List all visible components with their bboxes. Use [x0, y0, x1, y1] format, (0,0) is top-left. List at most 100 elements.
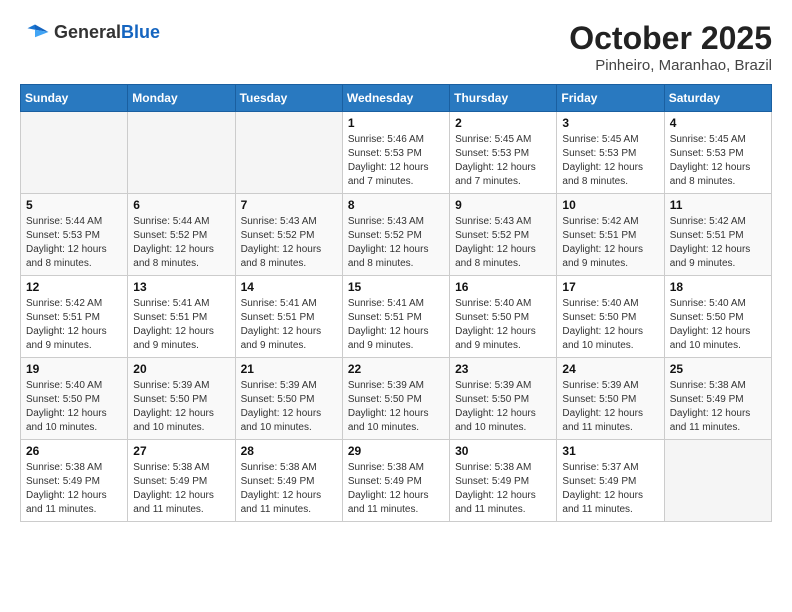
day-info: Sunrise: 5:41 AM Sunset: 5:51 PM Dayligh… [241, 297, 337, 353]
calendar-cell: 7 Sunrise: 5:43 AM Sunset: 5:52 PM Daylig… [235, 194, 342, 276]
calendar: SundayMondayTuesdayWednesdayThursdayFrid… [20, 84, 772, 522]
day-number: 1 [348, 116, 444, 130]
day-info: Sunrise: 5:37 AM Sunset: 5:49 PM Dayligh… [562, 461, 658, 517]
calendar-header-sunday: Sunday [21, 85, 128, 112]
calendar-cell: 9 Sunrise: 5:43 AM Sunset: 5:52 PM Daylig… [450, 194, 557, 276]
calendar-cell: 21Sunrise: 5:39 AM Sunset: 5:50 PM Dayli… [235, 358, 342, 440]
calendar-cell [128, 112, 235, 194]
calendar-cell: 30 Sunrise: 5:38 AM Sunset: 5:49 PM Dayli… [450, 440, 557, 522]
location: Pinheiro, Maranhao, Brazil [569, 57, 772, 74]
logo-bird-icon [20, 20, 50, 44]
day-info: Sunrise: 5:38 AM Sunset: 5:49 PM Dayligh… [241, 461, 337, 517]
day-info: Sunrise: 5:42 AM Sunset: 5:51 PM Dayligh… [26, 297, 122, 353]
calendar-cell: 8Sunrise: 5:43 AM Sunset: 5:52 PM Daylig… [342, 194, 449, 276]
day-number: 25 [670, 362, 766, 376]
calendar-cell: 26 Sunrise: 5:38 AM Sunset: 5:49 PM Dayli… [21, 440, 128, 522]
day-number: 5 [26, 198, 122, 212]
day-info: Sunrise: 5:45 AM Sunset: 5:53 PM Dayligh… [562, 133, 658, 189]
calendar-cell: 6 Sunrise: 5:44 AM Sunset: 5:52 PM Daylig… [128, 194, 235, 276]
calendar-cell: 28 Sunrise: 5:38 AM Sunset: 5:49 PM Dayli… [235, 440, 342, 522]
day-number: 15 [348, 280, 444, 294]
day-number: 3 [562, 116, 658, 130]
day-number: 14 [241, 280, 337, 294]
day-info: Sunrise: 5:38 AM Sunset: 5:49 PM Dayligh… [348, 461, 444, 517]
calendar-cell: 23 Sunrise: 5:39 AM Sunset: 5:50 PM Dayli… [450, 358, 557, 440]
day-info: Sunrise: 5:43 AM Sunset: 5:52 PM Dayligh… [241, 215, 337, 271]
day-number: 18 [670, 280, 766, 294]
day-number: 7 [241, 198, 337, 212]
calendar-cell: 14 Sunrise: 5:41 AM Sunset: 5:51 PM Dayli… [235, 276, 342, 358]
header: GeneralBlue October 2025 Pinheiro, Maran… [20, 20, 772, 74]
calendar-header-thursday: Thursday [450, 85, 557, 112]
day-number: 19 [26, 362, 122, 376]
calendar-cell: 19 Sunrise: 5:40 AM Sunset: 5:50 PM Dayli… [21, 358, 128, 440]
calendar-header-saturday: Saturday [664, 85, 771, 112]
calendar-cell: 3 Sunrise: 5:45 AM Sunset: 5:53 PM Daylig… [557, 112, 664, 194]
day-info: Sunrise: 5:40 AM Sunset: 5:50 PM Dayligh… [670, 297, 766, 353]
day-number: 31 [562, 444, 658, 458]
calendar-cell: 17Sunrise: 5:40 AM Sunset: 5:50 PM Dayli… [557, 276, 664, 358]
day-number: 13 [133, 280, 229, 294]
day-info: Sunrise: 5:40 AM Sunset: 5:50 PM Dayligh… [455, 297, 551, 353]
day-info: Sunrise: 5:43 AM Sunset: 5:52 PM Dayligh… [348, 215, 444, 271]
month-title: October 2025 [569, 20, 772, 57]
day-info: Sunrise: 5:44 AM Sunset: 5:52 PM Dayligh… [133, 215, 229, 271]
calendar-cell: 31 Sunrise: 5:37 AM Sunset: 5:49 PM Dayli… [557, 440, 664, 522]
day-info: Sunrise: 5:45 AM Sunset: 5:53 PM Dayligh… [670, 133, 766, 189]
day-number: 23 [455, 362, 551, 376]
day-info: Sunrise: 5:38 AM Sunset: 5:49 PM Dayligh… [670, 379, 766, 435]
calendar-cell [21, 112, 128, 194]
day-number: 4 [670, 116, 766, 130]
day-info: Sunrise: 5:43 AM Sunset: 5:52 PM Dayligh… [455, 215, 551, 271]
calendar-cell [664, 440, 771, 522]
day-number: 26 [26, 444, 122, 458]
day-info: Sunrise: 5:38 AM Sunset: 5:49 PM Dayligh… [26, 461, 122, 517]
day-info: Sunrise: 5:38 AM Sunset: 5:49 PM Dayligh… [455, 461, 551, 517]
day-number: 27 [133, 444, 229, 458]
calendar-header-row: SundayMondayTuesdayWednesdayThursdayFrid… [21, 85, 772, 112]
day-info: Sunrise: 5:38 AM Sunset: 5:49 PM Dayligh… [133, 461, 229, 517]
calendar-cell: 5 Sunrise: 5:44 AM Sunset: 5:53 PM Daylig… [21, 194, 128, 276]
day-number: 29 [348, 444, 444, 458]
logo: GeneralBlue [20, 20, 160, 44]
calendar-week-row: 1 Sunrise: 5:46 AM Sunset: 5:53 PM Daylig… [21, 112, 772, 194]
logo-blue: Blue [121, 22, 160, 42]
day-info: Sunrise: 5:41 AM Sunset: 5:51 PM Dayligh… [133, 297, 229, 353]
calendar-header-monday: Monday [128, 85, 235, 112]
day-number: 30 [455, 444, 551, 458]
day-number: 28 [241, 444, 337, 458]
calendar-cell: 27 Sunrise: 5:38 AM Sunset: 5:49 PM Dayli… [128, 440, 235, 522]
day-info: Sunrise: 5:42 AM Sunset: 5:51 PM Dayligh… [562, 215, 658, 271]
calendar-cell: 12Sunrise: 5:42 AM Sunset: 5:51 PM Dayli… [21, 276, 128, 358]
day-info: Sunrise: 5:39 AM Sunset: 5:50 PM Dayligh… [562, 379, 658, 435]
day-info: Sunrise: 5:39 AM Sunset: 5:50 PM Dayligh… [348, 379, 444, 435]
calendar-cell: 20Sunrise: 5:39 AM Sunset: 5:50 PM Dayli… [128, 358, 235, 440]
calendar-header-friday: Friday [557, 85, 664, 112]
calendar-cell: 25 Sunrise: 5:38 AM Sunset: 5:49 PM Dayli… [664, 358, 771, 440]
calendar-cell: 29 Sunrise: 5:38 AM Sunset: 5:49 PM Dayli… [342, 440, 449, 522]
day-number: 16 [455, 280, 551, 294]
day-number: 22 [348, 362, 444, 376]
day-info: Sunrise: 5:41 AM Sunset: 5:51 PM Dayligh… [348, 297, 444, 353]
day-info: Sunrise: 5:39 AM Sunset: 5:50 PM Dayligh… [455, 379, 551, 435]
day-info: Sunrise: 5:40 AM Sunset: 5:50 PM Dayligh… [26, 379, 122, 435]
calendar-week-row: 26 Sunrise: 5:38 AM Sunset: 5:49 PM Dayli… [21, 440, 772, 522]
day-number: 9 [455, 198, 551, 212]
day-number: 2 [455, 116, 551, 130]
day-info: Sunrise: 5:45 AM Sunset: 5:53 PM Dayligh… [455, 133, 551, 189]
calendar-header-wednesday: Wednesday [342, 85, 449, 112]
day-number: 6 [133, 198, 229, 212]
day-number: 24 [562, 362, 658, 376]
day-info: Sunrise: 5:46 AM Sunset: 5:53 PM Dayligh… [348, 133, 444, 189]
calendar-cell: 24 Sunrise: 5:39 AM Sunset: 5:50 PM Dayli… [557, 358, 664, 440]
calendar-cell: 18 Sunrise: 5:40 AM Sunset: 5:50 PM Dayli… [664, 276, 771, 358]
day-info: Sunrise: 5:44 AM Sunset: 5:53 PM Dayligh… [26, 215, 122, 271]
day-number: 21 [241, 362, 337, 376]
calendar-cell [235, 112, 342, 194]
calendar-cell: 15 Sunrise: 5:41 AM Sunset: 5:51 PM Dayli… [342, 276, 449, 358]
calendar-cell: 10Sunrise: 5:42 AM Sunset: 5:51 PM Dayli… [557, 194, 664, 276]
calendar-cell: 16 Sunrise: 5:40 AM Sunset: 5:50 PM Dayli… [450, 276, 557, 358]
calendar-week-row: 5 Sunrise: 5:44 AM Sunset: 5:53 PM Daylig… [21, 194, 772, 276]
logo-general: General [54, 22, 121, 42]
calendar-cell: 13 Sunrise: 5:41 AM Sunset: 5:51 PM Dayli… [128, 276, 235, 358]
